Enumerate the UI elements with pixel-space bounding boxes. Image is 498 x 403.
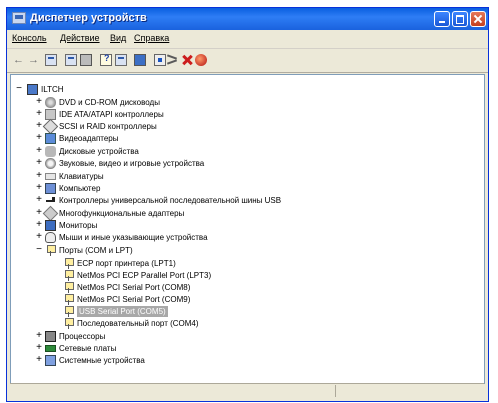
port-icon [63,294,74,305]
expand-icon[interactable]: + [35,133,43,143]
processor-icon [45,331,56,342]
expand-icon[interactable]: + [35,97,43,107]
expand-icon[interactable]: + [35,355,43,365]
menu-view[interactable]: Вид [110,33,126,43]
expand-icon[interactable]: + [35,232,43,242]
show-hidden-icon[interactable] [115,54,127,66]
collapse-icon[interactable]: − [35,245,43,255]
keyboard-icon [45,173,56,180]
monitor-icon[interactable] [134,54,146,66]
system-device-icon [45,355,56,366]
window-title: Диспетчер устройств [30,12,147,24]
toolbar: ← → [7,49,488,73]
port-icon [63,318,74,329]
expand-icon[interactable]: + [35,343,43,353]
status-bar [10,383,484,398]
expand-icon[interactable]: + [35,171,43,181]
collapse-icon[interactable]: − [15,84,23,94]
monitor-icon [45,220,56,231]
scan-hardware-icon[interactable] [154,54,166,66]
uninstall-icon[interactable] [181,54,193,66]
back-arrow-icon[interactable]: ← [13,54,24,66]
update-driver-icon[interactable] [166,54,178,66]
title-bar[interactable]: Диспетчер устройств [7,8,488,30]
multifunction-adapter-icon [42,205,59,222]
properties2-icon[interactable] [65,54,77,66]
close-button[interactable] [470,11,486,27]
expand-icon[interactable]: + [35,109,43,119]
menu-action[interactable]: Действие [60,33,100,43]
minimize-button[interactable] [434,11,450,27]
tree-root-label: ILTCH [41,85,64,94]
video-adapter-icon [45,133,56,144]
maximize-button[interactable] [452,11,468,27]
expand-icon[interactable]: + [35,183,43,193]
sound-icon [45,158,56,169]
disable-icon[interactable] [195,54,207,66]
expand-icon[interactable]: + [35,146,43,156]
port-icon [45,245,56,256]
port-icon [63,258,74,269]
menu-bar: Консоль Действие Вид Справка [7,30,488,49]
device-manager-app-icon [12,12,26,24]
print-icon[interactable] [80,54,92,66]
dvd-drive-icon [45,97,56,108]
status-pane [335,385,484,397]
port-icon [63,270,74,281]
expand-icon[interactable]: + [35,158,43,168]
hard-disk-icon [45,146,56,157]
forward-arrow-icon[interactable]: → [28,54,39,66]
menu-console[interactable]: Консоль [12,33,47,43]
port-icon [63,282,74,293]
usb-icon [45,195,56,206]
computer-icon [27,84,38,95]
device-manager-window: Диспетчер устройств Консоль Действие Вид… [6,7,489,402]
mouse-icon [45,232,56,243]
help-icon[interactable] [100,53,112,66]
device-tree[interactable]: − ILTCH + DVD и CD-ROM дисководы + IDE A… [10,74,485,384]
scsi-controller-icon [42,118,59,135]
port-icon [63,306,74,317]
menu-help[interactable]: Справка [134,33,169,43]
expand-icon[interactable]: + [35,195,43,205]
expand-icon[interactable]: + [35,220,43,230]
network-card-icon [45,345,56,352]
properties-icon[interactable] [45,54,57,66]
computer-icon [45,183,56,194]
expand-icon[interactable]: + [35,331,43,341]
